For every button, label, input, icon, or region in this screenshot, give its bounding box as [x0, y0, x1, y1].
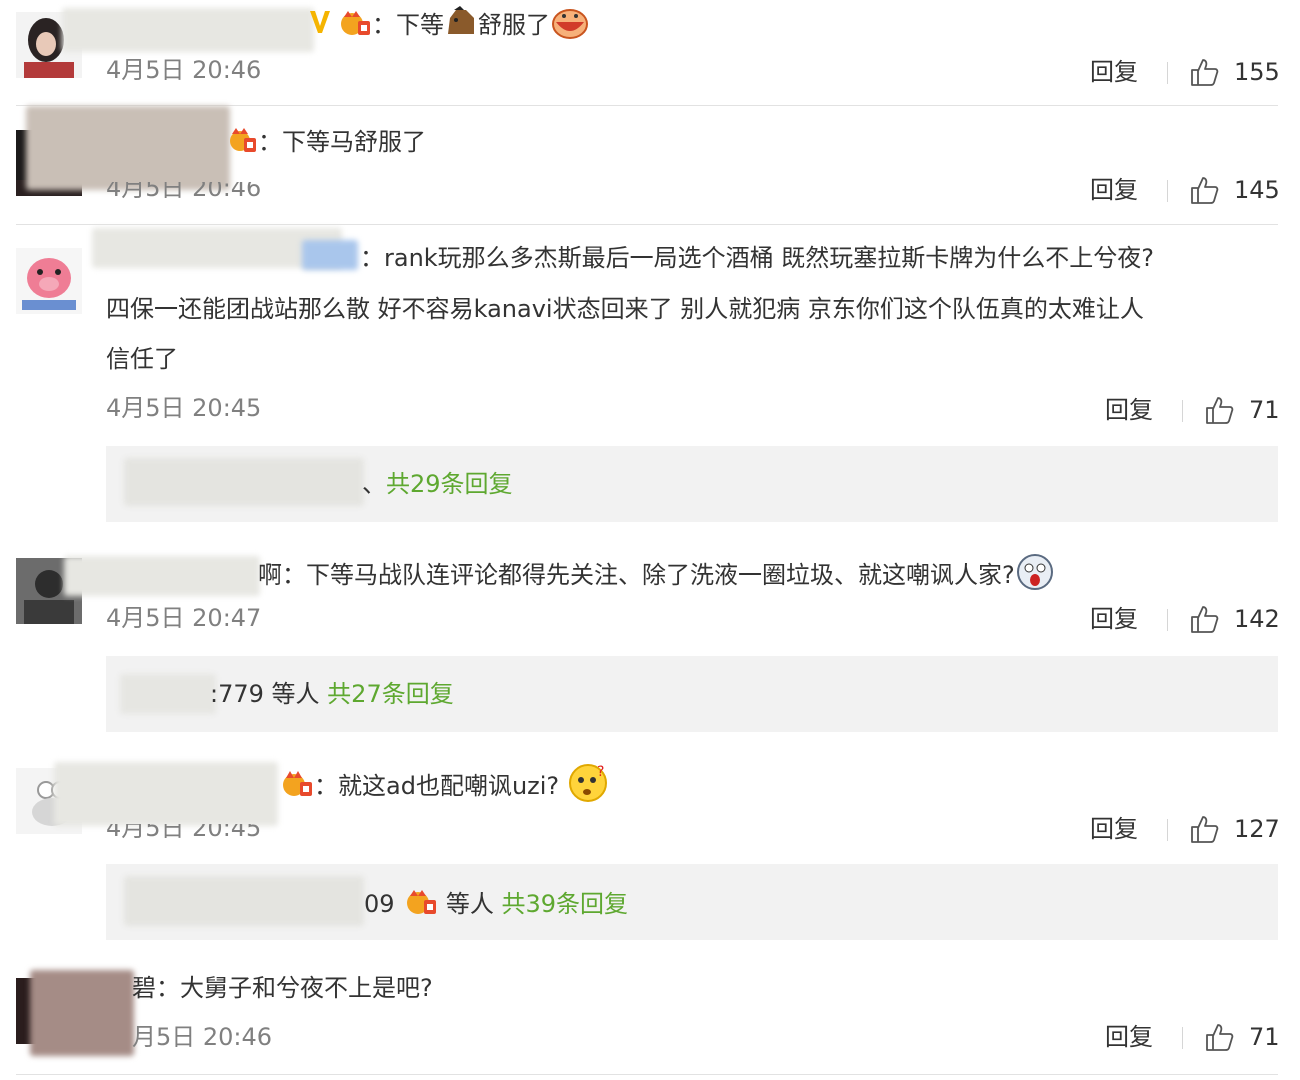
- avatar[interactable]: [16, 248, 82, 314]
- comment-divider: [16, 1074, 1278, 1075]
- thumbs-up-icon[interactable]: [1203, 1021, 1235, 1053]
- vip-crown-icon: [278, 767, 314, 807]
- reply-user-redacted: [124, 876, 364, 926]
- comment-time: 月5日 20:46: [132, 1023, 273, 1051]
- reply-separator: 、: [362, 470, 386, 498]
- action-separator: [1167, 180, 1168, 202]
- reply-user-redacted: [124, 458, 364, 506]
- like-count: 127: [1234, 815, 1280, 843]
- comment-time: 4月5日 20:45: [106, 394, 262, 422]
- vip-crown-icon: [336, 7, 372, 45]
- question-emoji-icon: ?: [567, 762, 609, 812]
- replies-box[interactable]: 09 等人 共39条回复: [106, 864, 1278, 940]
- replies-text: 、共29条回复: [362, 468, 513, 500]
- comment-time: 4月5日 20:47: [106, 604, 262, 632]
- action-separator: [1182, 400, 1183, 422]
- username-redacted[interactable]: [26, 106, 230, 190]
- username-redacted[interactable]: [62, 8, 314, 52]
- like-count: 142: [1234, 605, 1280, 633]
- like-count: 71: [1249, 1023, 1280, 1051]
- replies-box[interactable]: 、共29条回复: [106, 446, 1278, 522]
- drool-emoji-icon: [550, 4, 590, 48]
- comment-text-line1: ：rank玩那么多杰斯最后一局选个酒桶 既然玩塞拉斯卡牌为什么不上兮夜?: [360, 244, 1155, 272]
- replies-summary-link[interactable]: 共27条回复: [327, 680, 454, 708]
- reply-user-redacted: [120, 674, 216, 714]
- shocked-emoji-icon: [1015, 552, 1055, 600]
- comment-text-line2: 四保一还能团战站那么散 好不容易kanavi状态回来了 别人就犯病 京东你们这个…: [106, 295, 1144, 323]
- comment-time: 4月5日 20:46: [106, 56, 262, 84]
- thumbs-up-icon[interactable]: [1203, 394, 1235, 426]
- replies-text: :779 等人 共27条回复: [210, 678, 454, 710]
- thumbs-up-icon[interactable]: [1188, 603, 1220, 635]
- action-separator: [1167, 609, 1168, 631]
- comment-text-part1: ：下等: [372, 11, 444, 39]
- thumbs-up-icon[interactable]: [1188, 56, 1220, 88]
- comment-actions: 回复 127: [1090, 813, 1290, 845]
- action-separator: [1167, 819, 1168, 841]
- replies-user: :779 等人: [210, 680, 320, 708]
- svg-text:?: ?: [597, 764, 604, 780]
- avatar-image: [16, 248, 82, 314]
- username-redacted[interactable]: [30, 970, 134, 1056]
- vip-badge-icon: [308, 7, 336, 45]
- comment-actions: 回复 142: [1090, 603, 1290, 635]
- badge-redacted: [302, 240, 358, 270]
- comment-actions: 回复 71: [1105, 394, 1295, 426]
- comment-text: ：就这ad也配嘲讽uzi? ?: [278, 762, 609, 812]
- replies-summary-link[interactable]: 共29条回复: [386, 470, 513, 498]
- vip-crown-icon: [402, 886, 438, 924]
- reply-button[interactable]: 回复: [1090, 56, 1138, 88]
- reply-button[interactable]: 回复: [1090, 813, 1138, 845]
- username-redacted[interactable]: [64, 556, 260, 596]
- comment-text: ：下等 舒服了: [308, 4, 590, 48]
- replies-text: 09 等人 共39条回复: [364, 886, 628, 924]
- reply-button[interactable]: 回复: [1105, 394, 1153, 426]
- replies-user: 09: [364, 890, 395, 918]
- like-count: 145: [1234, 176, 1280, 204]
- comment-text: 啊：下等马战队连评论都得先关注、除了洗液一圈垃圾、就这嘲讽人家?: [258, 552, 1055, 600]
- thumbs-up-icon[interactable]: [1188, 174, 1220, 206]
- comment-actions: 回复 145: [1090, 174, 1290, 206]
- comment-text-part2: 舒服了: [478, 11, 550, 39]
- action-separator: [1167, 62, 1168, 84]
- replies-box[interactable]: :779 等人 共27条回复: [106, 656, 1278, 732]
- like-count: 155: [1234, 58, 1280, 86]
- comment-text-body: ：下等马舒服了: [258, 128, 426, 156]
- comment-divider: [16, 224, 1278, 225]
- comment-actions: 回复 155: [1090, 56, 1290, 88]
- replies-summary-link[interactable]: 共39条回复: [501, 890, 628, 918]
- replies-user-suffix: 等人: [445, 890, 494, 918]
- reply-button[interactable]: 回复: [1090, 603, 1138, 635]
- reply-button[interactable]: 回复: [1090, 174, 1138, 206]
- vip-crown-icon: [226, 124, 258, 162]
- reply-button[interactable]: 回复: [1105, 1021, 1153, 1053]
- like-count: 71: [1249, 396, 1280, 424]
- comment-text: 碧：大舅子和兮夜不上是吧?: [132, 974, 433, 1002]
- comment-text-body: ：就这ad也配嘲讽uzi?: [314, 772, 560, 800]
- comment-text: ：下等马舒服了: [226, 124, 426, 162]
- comment-actions: 回复 71: [1105, 1021, 1295, 1053]
- comment-text-body: 啊：下等马战队连评论都得先关注、除了洗液一圈垃圾、就这嘲讽人家?: [258, 561, 1015, 589]
- action-separator: [1182, 1027, 1183, 1049]
- thumbs-up-icon[interactable]: [1188, 813, 1220, 845]
- username-redacted[interactable]: [54, 762, 278, 826]
- horse-emoji-icon: [444, 6, 478, 46]
- comment-text-line3: 信任了: [106, 345, 178, 373]
